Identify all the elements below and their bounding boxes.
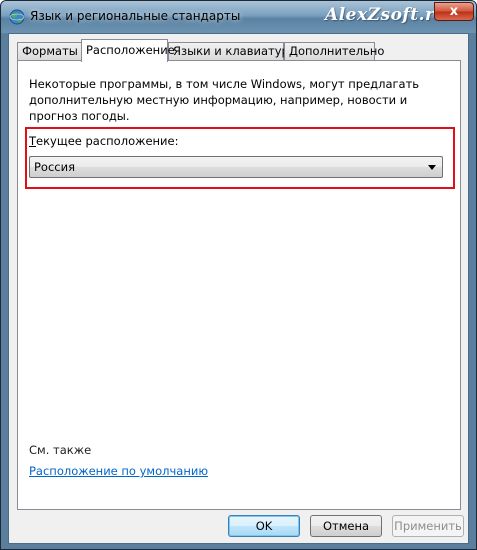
tab-location[interactable]: Расположение: [81, 39, 175, 62]
close-icon: x: [449, 4, 459, 19]
tab-panel-location: Некоторые программы, в том числе Windows…: [17, 60, 461, 510]
apply-button[interactable]: Применить: [392, 515, 464, 537]
tab-label: Языки и клавиатуры: [173, 44, 298, 58]
current-location-select[interactable]: Россия: [29, 156, 443, 178]
default-location-link[interactable]: Расположение по умолчанию: [29, 464, 208, 478]
tab-label: Расположение: [86, 43, 175, 57]
accelerator-key: Т: [29, 134, 37, 148]
tab-languages-keyboards[interactable]: Языки и клавиатуры: [168, 42, 298, 61]
watermark: AlexZsoft.ru: [325, 5, 448, 25]
dialog-window: Язык и региональные стандарты AlexZsoft.…: [0, 0, 477, 550]
tab-label: Форматы: [22, 44, 78, 58]
globe-icon: [9, 9, 25, 25]
chevron-down-icon[interactable]: [428, 165, 436, 170]
ok-button[interactable]: OK: [228, 515, 300, 537]
cancel-button[interactable]: Отмена: [310, 515, 382, 537]
current-location-label: Текущее расположение:: [29, 134, 178, 148]
current-location-label-text: екущее расположение:: [36, 134, 179, 148]
tab-label: Дополнительно: [289, 44, 385, 58]
tab-advanced[interactable]: Дополнительно: [284, 42, 384, 61]
see-also-heading: См. также: [29, 443, 92, 457]
close-button[interactable]: x: [434, 2, 474, 21]
location-description: Некоторые программы, в том числе Windows…: [29, 77, 420, 123]
window-title: Язык и региональные стандарты: [30, 9, 241, 23]
tab-formats[interactable]: Форматы: [17, 42, 83, 61]
selected-location-value: Россия: [34, 160, 76, 174]
title-bar[interactable]: Язык и региональные стандарты AlexZsoft.…: [1, 1, 476, 33]
dialog-client-area: Форматы Расположение Языки и клавиатуры …: [8, 33, 469, 544]
